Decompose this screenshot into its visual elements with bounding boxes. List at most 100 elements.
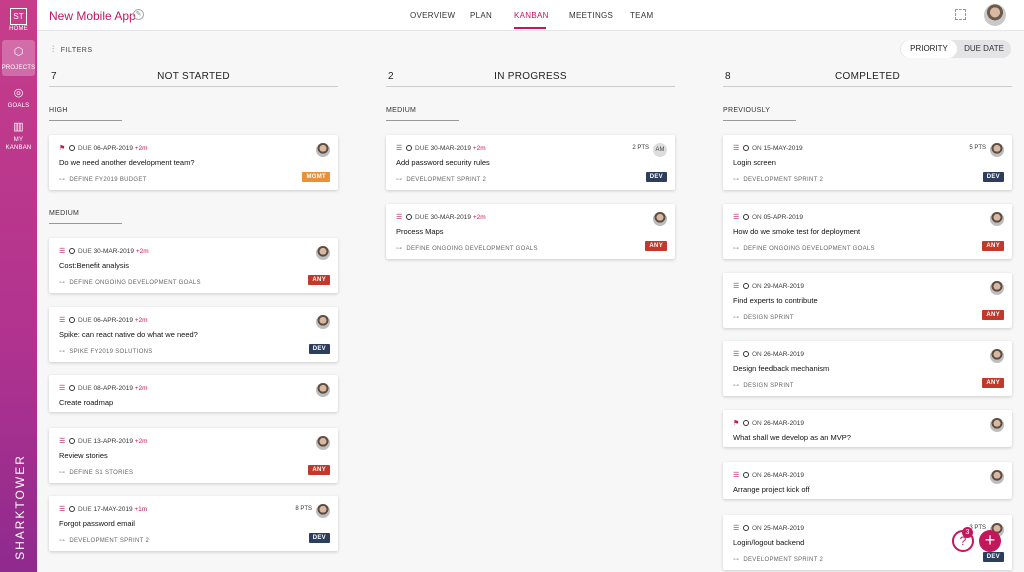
card-title: Design feedback mechanism	[733, 364, 830, 373]
sidebar-item-my-kanban[interactable]: MY	[0, 137, 37, 143]
card-goal: ⊶ DEFINE FY2019 BUDGET	[59, 176, 147, 183]
card-meta: ☰ ON 15-MAY-2019	[733, 144, 803, 152]
task-card[interactable]: ☰ ON 29-MAR-2019 Find experts to contribu…	[723, 273, 1012, 328]
due-date: 06-APR-2019	[93, 317, 133, 324]
tab-overview[interactable]: OVERVIEW	[410, 11, 455, 20]
card-title: Login/logout backend	[733, 538, 805, 547]
task-card[interactable]: ☰ ON 26-MAR-2019 Design feedback mechanis…	[723, 341, 1012, 396]
fullscreen-icon[interactable]	[955, 9, 966, 20]
assignee-avatar[interactable]	[316, 143, 330, 157]
card-goal: ⊶ DEVELOPMENT SPRINT 2	[59, 537, 149, 544]
due-date: 17-MAY-2019	[93, 506, 133, 513]
status-icon	[743, 420, 749, 426]
task-card[interactable]: ☰ DUE 06-APR-2019 +2m Spike: can react nat…	[49, 307, 338, 362]
date-prefix: ON	[752, 351, 762, 358]
assignee-avatar[interactable]	[316, 383, 330, 397]
assignee-avatar[interactable]	[990, 470, 1004, 484]
list-icon: ☰	[59, 248, 66, 255]
assignee-avatar[interactable]	[653, 212, 667, 226]
edit-icon[interactable]: ✎	[133, 9, 144, 20]
card-meta: ☰ ON 05-APR-2019	[733, 213, 803, 221]
card-goal: ⊶ DEFINE ONGOING DEVELOPMENT GOALS	[733, 245, 875, 252]
goal-label: DEVELOPMENT SPRINT 2	[69, 538, 150, 544]
date-prefix: DUE	[78, 385, 92, 392]
card-title: Do we need another development team?	[59, 158, 195, 167]
goal-label: DEFINE S1 STORIES	[69, 470, 134, 476]
filters-button[interactable]: ⫶ FILTERS	[52, 44, 93, 55]
task-card[interactable]: ☰ ON 26-MAR-2019 Arrange project kick off	[723, 462, 1012, 499]
team-tag: DEV	[645, 172, 667, 182]
topbar: New Mobile App ✎ OVERVIEW PLAN KANBAN ME…	[37, 0, 1024, 31]
goal-label: DESIGN SPRINT	[743, 383, 794, 389]
card-goal: ⊶ SPIKE FY2019 SOLUTIONS	[59, 348, 153, 355]
tab-meetings[interactable]: MEETINGS	[569, 11, 613, 20]
card-goal: ⊶ DEFINE ONGOING DEVELOPMENT GOALS	[396, 245, 538, 252]
assignee-avatar[interactable]: AM	[653, 143, 667, 157]
date-delta: +1m	[134, 506, 148, 513]
task-card[interactable]: ⚑ ON 26-MAR-2019 What shall we develop as…	[723, 410, 1012, 447]
goal-label: DEVELOPMENT SPRINT 2	[743, 177, 824, 183]
tab-team[interactable]: TEAM	[630, 11, 653, 20]
due-date: 15-MAY-2019	[763, 145, 803, 152]
task-card[interactable]: ☰ DUE 30-MAR-2019 +2m Process Maps ⊶ DEFINE …	[386, 204, 675, 259]
assignee-avatar[interactable]	[990, 281, 1004, 295]
sort-priority[interactable]: PRIORITY	[901, 40, 957, 58]
task-card[interactable]: ☰ DUE 13-APR-2019 +2m Review stories ⊶ DEFIN…	[49, 428, 338, 483]
task-card[interactable]: ☰ ON 15-MAY-2019 Login screen ⊶ DEVELOPMENT…	[723, 135, 1012, 190]
sidebar-item-my-kanban-2: KANBAN	[5, 145, 32, 151]
task-card[interactable]: ☰ DUE 30-MAR-2019 +2m Add password securit…	[386, 135, 675, 190]
date-prefix: DUE	[78, 317, 92, 324]
status-icon	[69, 506, 75, 512]
tab-plan[interactable]: PLAN	[470, 11, 492, 20]
assignee-avatar[interactable]	[316, 246, 330, 260]
status-icon	[69, 317, 75, 323]
sidebar-item-home[interactable]: HOME	[0, 26, 37, 32]
tab-kanban[interactable]: KANBAN	[514, 11, 549, 20]
user-avatar[interactable]	[984, 4, 1006, 26]
team-tag: DEV	[982, 552, 1004, 562]
assignee-avatar[interactable]	[316, 504, 330, 518]
task-card[interactable]: ☰ ON 05-APR-2019 How do we smoke test for…	[723, 204, 1012, 259]
task-card[interactable]: ☰ DUE 30-MAR-2019 +2m Cost:Benefit analysi…	[49, 238, 338, 293]
sort-due-date[interactable]: DUE DATE	[957, 40, 1011, 58]
link-icon: ⊶	[733, 383, 740, 389]
add-button[interactable]: +	[979, 530, 1001, 552]
logo[interactable]: ST	[10, 8, 27, 25]
goal-label: DEFINE ONGOING DEVELOPMENT GOALS	[406, 246, 538, 252]
card-title: Forgot password email	[59, 519, 135, 528]
assignee-avatar[interactable]	[316, 315, 330, 329]
card-goal: ⊶ DESIGN SPRINT	[733, 382, 794, 389]
date-prefix: ON	[752, 472, 762, 479]
column-header-not-started: 7 NOT STARTED	[49, 71, 338, 87]
notification-badge: 3	[962, 527, 973, 538]
due-date: 13-APR-2019	[93, 438, 133, 445]
assignee-avatar[interactable]	[990, 349, 1004, 363]
due-date: 05-APR-2019	[763, 214, 803, 221]
due-date: 25-MAR-2019	[763, 525, 805, 532]
assignee-avatar[interactable]	[990, 143, 1004, 157]
goal-label: DEFINE FY2019 BUDGET	[69, 177, 147, 183]
card-meta: ☰ DUE 17-MAY-2019 +1m	[59, 505, 147, 513]
assignee-avatar[interactable]	[316, 436, 330, 450]
assignee-avatar[interactable]	[990, 418, 1004, 432]
date-prefix: DUE	[415, 214, 429, 221]
group-label-high: HIGH	[49, 107, 122, 121]
status-icon	[69, 438, 75, 444]
sidebar-item-goals[interactable]: GOALS	[0, 103, 37, 109]
card-title: How do we smoke test for deployment	[733, 227, 861, 236]
story-points: 2 PTS	[632, 145, 649, 151]
task-card[interactable]: ⚑ DUE 06-APR-2019 +2m Do we need another d…	[49, 135, 338, 190]
task-card[interactable]: ☰ DUE 17-MAY-2019 +1m Forgot password emai…	[49, 496, 338, 551]
card-meta: ☰ ON 26-MAR-2019	[733, 471, 804, 479]
card-meta: ☰ ON 26-MAR-2019	[733, 350, 804, 358]
card-title: Arrange project kick off	[733, 485, 810, 494]
card-meta: ☰ DUE 06-APR-2019 +2m	[59, 316, 148, 324]
date-delta: +2m	[134, 438, 148, 445]
card-meta: ☰ DUE 30-MAR-2019 +2m	[396, 144, 486, 152]
assignee-avatar[interactable]	[990, 212, 1004, 226]
list-icon: ☰	[396, 214, 403, 221]
task-card[interactable]: ☰ DUE 08-APR-2019 +2m Create roadmap	[49, 375, 338, 412]
status-icon	[743, 145, 749, 151]
card-title: Cost:Benefit analysis	[59, 261, 130, 270]
date-prefix: DUE	[78, 438, 92, 445]
